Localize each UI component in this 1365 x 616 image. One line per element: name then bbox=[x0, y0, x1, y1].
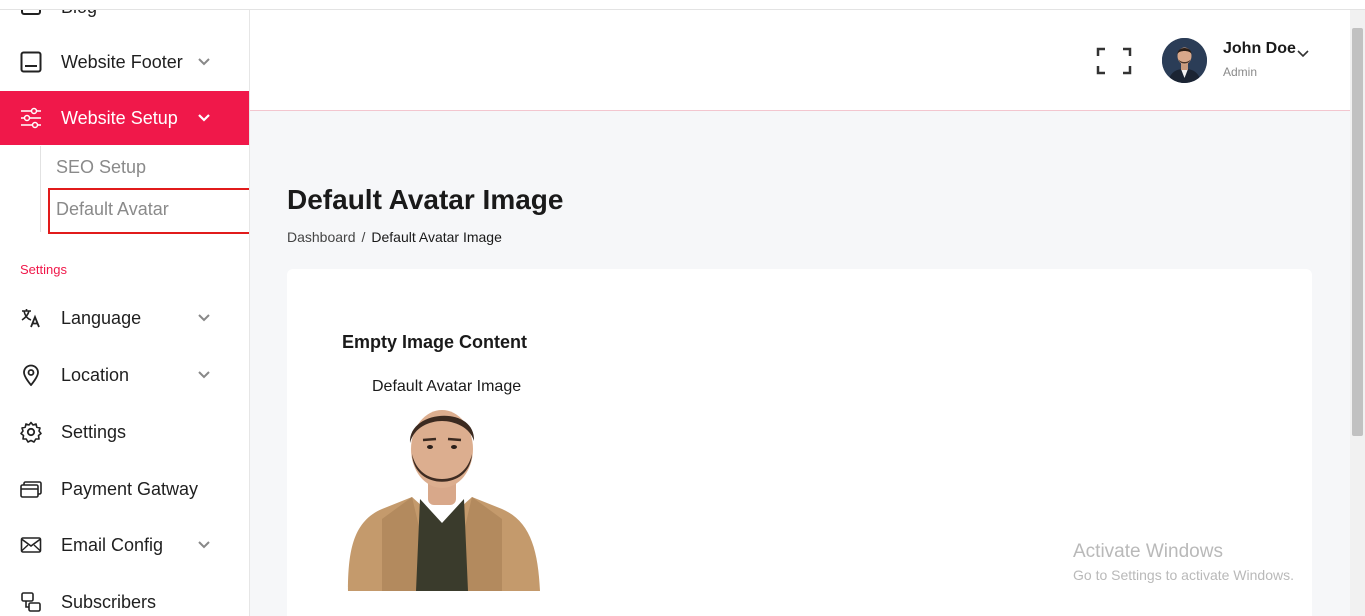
scrollbar-thumb[interactable] bbox=[1352, 28, 1363, 436]
translate-icon bbox=[20, 307, 42, 329]
sidebar-item-label: Language bbox=[61, 307, 142, 328]
chevron-down-icon bbox=[197, 368, 211, 382]
scrollbar[interactable] bbox=[1350, 10, 1365, 616]
sidebar-item-location[interactable]: Location bbox=[0, 348, 249, 402]
sidebar-item-label: Subscribers bbox=[61, 591, 157, 612]
windows-watermark-title: Activate Windows bbox=[1073, 541, 1223, 562]
footer-icon bbox=[20, 51, 42, 73]
sidebar-item-email-config[interactable]: Email Config bbox=[0, 518, 249, 572]
sidebar-item-label: Website Footer bbox=[61, 51, 183, 72]
chevron-down-icon bbox=[197, 538, 211, 552]
user-role: Admin bbox=[1223, 65, 1258, 79]
submenu-divider bbox=[40, 146, 41, 232]
card-title: Empty Image Content bbox=[342, 332, 528, 352]
sidebar-item-payment-gatway[interactable]: Payment Gatway bbox=[0, 462, 249, 516]
breadcrumb: Dashboard / Default Avatar Image bbox=[287, 229, 502, 245]
default-avatar-image bbox=[342, 399, 542, 591]
envelope-icon bbox=[20, 534, 42, 556]
chevron-down-icon bbox=[197, 311, 211, 325]
content-card: Empty Image Content Default Avatar Image bbox=[287, 269, 1312, 616]
gear-icon bbox=[20, 421, 42, 443]
breadcrumb-current: Default Avatar Image bbox=[371, 229, 502, 245]
sidebar-item-language[interactable]: Language bbox=[0, 291, 249, 345]
sidebar-item-label: Location bbox=[61, 364, 130, 385]
breadcrumb-dashboard-link[interactable]: Dashboard bbox=[287, 229, 356, 245]
top-header: John Doe Admin bbox=[250, 10, 1350, 111]
subscribers-icon bbox=[20, 591, 42, 613]
window-top-edge bbox=[0, 0, 1365, 10]
chevron-down-icon bbox=[197, 55, 211, 69]
sidebar-item-subscribers[interactable]: Subscribers bbox=[0, 575, 249, 616]
sliders-icon bbox=[20, 107, 42, 129]
fullscreen-icon[interactable] bbox=[1096, 47, 1132, 75]
credit-card-icon bbox=[20, 478, 42, 500]
sidebar-item-website-footer[interactable]: Website Footer bbox=[0, 35, 249, 89]
sidebar-item-settings[interactable]: Settings bbox=[0, 405, 249, 459]
breadcrumb-separator: / bbox=[361, 229, 366, 245]
selection-highlight bbox=[48, 188, 249, 234]
sidebar-item-label: Website Setup bbox=[61, 107, 178, 128]
sidebar-item-website-setup[interactable]: Website Setup bbox=[0, 91, 249, 145]
chevron-down-icon bbox=[197, 111, 211, 125]
location-pin-icon bbox=[20, 364, 42, 386]
user-name[interactable]: John Doe bbox=[1223, 40, 1296, 58]
sidebar-item-label: Settings bbox=[61, 421, 127, 442]
windows-watermark-subtitle: Go to Settings to activate Windows. bbox=[1073, 567, 1294, 583]
chevron-down-icon[interactable] bbox=[1297, 46, 1309, 58]
sidebar: Blog Website Footer Website Setup bbox=[0, 0, 250, 616]
image-caption: Default Avatar Image bbox=[372, 378, 522, 395]
page-title: Default Avatar Image bbox=[287, 184, 564, 215]
avatar[interactable] bbox=[1162, 38, 1207, 83]
sidebar-item-label: Payment Gatway bbox=[61, 478, 199, 499]
section-title-settings: Settings bbox=[20, 262, 67, 277]
submenu-item-seo-setup[interactable]: SEO Setup bbox=[56, 157, 146, 178]
sidebar-item-label: Email Config bbox=[61, 534, 164, 555]
